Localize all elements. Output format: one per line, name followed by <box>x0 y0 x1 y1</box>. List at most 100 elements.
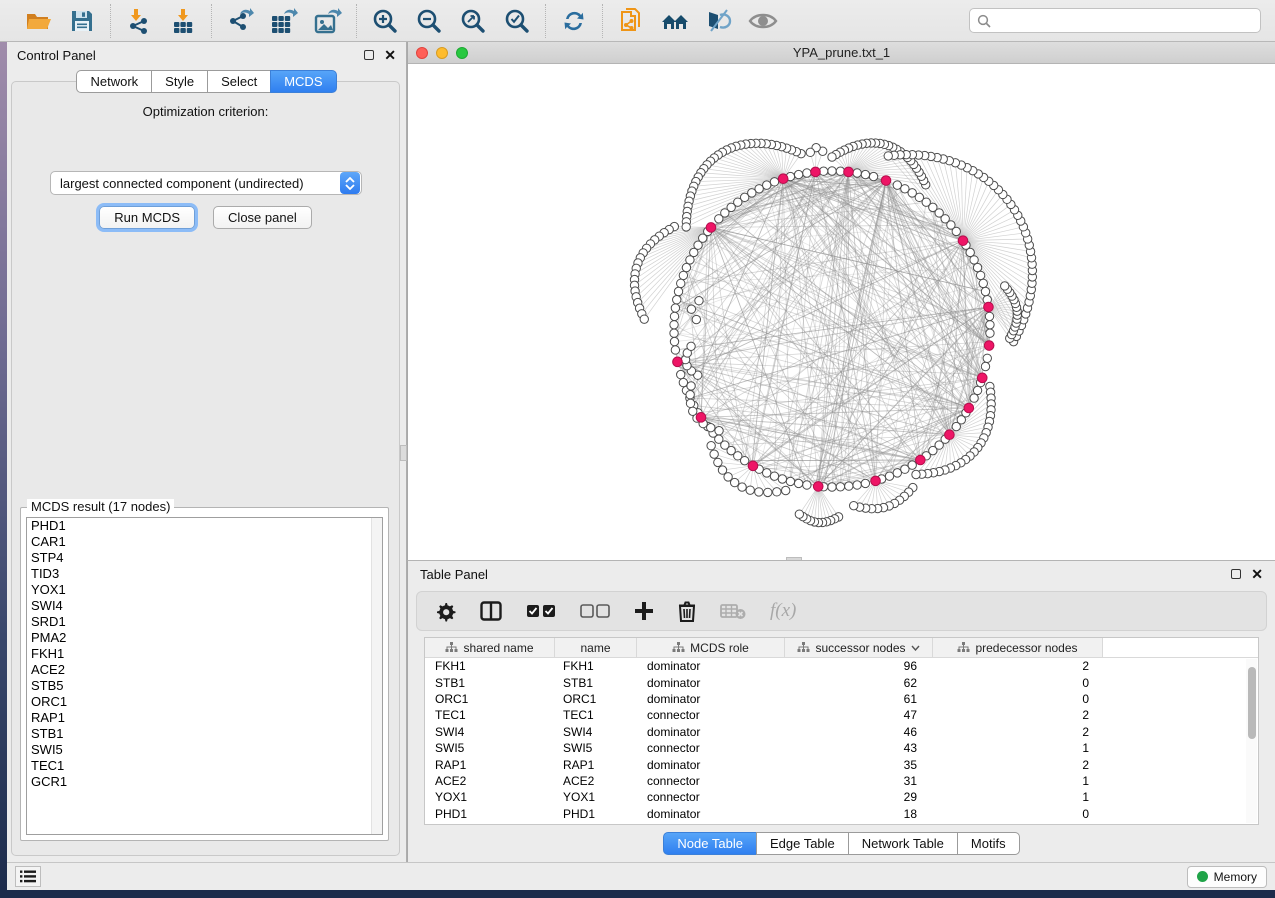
zoom-selected-icon <box>504 8 530 34</box>
function-builder-button[interactable]: f(x) <box>770 600 796 622</box>
zoom-out-button[interactable] <box>414 6 444 36</box>
zoom-selected-button[interactable] <box>502 6 532 36</box>
result-list-item[interactable]: SWI4 <box>27 598 382 614</box>
network-window-titlebar[interactable]: YPA_prune.txt_1 <box>408 42 1275 64</box>
select-all-button[interactable] <box>526 604 556 618</box>
result-list-item[interactable]: CAR1 <box>27 534 382 550</box>
share-network-button[interactable] <box>616 6 646 36</box>
export-image-button[interactable] <box>313 6 343 36</box>
result-list-item[interactable]: SRD1 <box>27 614 382 630</box>
refresh-button[interactable] <box>559 6 589 36</box>
tab-network-table[interactable]: Network Table <box>848 832 957 855</box>
home-pages-button[interactable] <box>660 6 690 36</box>
result-list-item[interactable]: GCR1 <box>27 774 382 790</box>
close-panel-icon[interactable]: ✕ <box>384 50 396 60</box>
column-header-name[interactable]: name <box>555 638 637 657</box>
result-list-item[interactable]: YOX1 <box>27 582 382 598</box>
table-scrollbar-thumb[interactable] <box>1248 667 1256 739</box>
tab-select[interactable]: Select <box>207 70 270 93</box>
save-session-button[interactable] <box>67 6 97 36</box>
vertical-splitter-handle[interactable] <box>400 445 407 461</box>
task-history-button[interactable] <box>15 866 41 887</box>
result-list-item[interactable]: ORC1 <box>27 694 382 710</box>
result-list-item[interactable]: FKH1 <box>27 646 382 662</box>
export-table-button[interactable] <box>269 6 299 36</box>
zoom-in-button[interactable] <box>370 6 400 36</box>
table-row[interactable]: SWI5SWI5connector431 <box>425 740 1258 756</box>
result-list-item[interactable]: STB1 <box>27 726 382 742</box>
network-graph[interactable] <box>408 64 1274 559</box>
deselect-all-button[interactable] <box>580 604 610 618</box>
split-view-button[interactable] <box>480 601 502 621</box>
tab-style[interactable]: Style <box>151 70 207 93</box>
table-options-button[interactable] <box>435 601 456 622</box>
network-node <box>715 215 723 223</box>
add-column-button[interactable] <box>634 601 654 621</box>
column-header-shared-name[interactable]: shared name <box>425 638 555 657</box>
result-list-item[interactable]: STB5 <box>27 678 382 694</box>
result-list-item[interactable]: STP4 <box>27 550 382 566</box>
run-mcds-button[interactable]: Run MCDS <box>99 206 195 229</box>
table-row[interactable]: ORC1ORC1dominator610 <box>425 691 1258 707</box>
import-table-button[interactable] <box>168 6 198 36</box>
table-row[interactable]: PHD1PHD1dominator180 <box>425 806 1258 822</box>
table-row[interactable]: RAP1RAP1dominator352 <box>425 756 1258 772</box>
table-cell: connector <box>637 708 785 722</box>
column-header-successor-nodes[interactable]: successor nodes <box>785 638 933 657</box>
network-node <box>763 469 771 477</box>
network-node <box>806 148 814 156</box>
network-canvas[interactable] <box>408 64 1275 559</box>
network-node <box>861 170 869 178</box>
table-row[interactable]: ACE2ACE2connector311 <box>425 773 1258 789</box>
memory-button[interactable]: Memory <box>1187 866 1267 888</box>
table-cell: YOX1 <box>425 790 555 804</box>
network-node <box>671 304 679 312</box>
tab-edge-table[interactable]: Edge Table <box>756 832 848 855</box>
mcds-result-list[interactable]: PHD1CAR1STP4TID3YOX1SWI4SRD1PMA2FKH1ACE2… <box>26 517 383 835</box>
result-list-item[interactable]: PMA2 <box>27 630 382 646</box>
search-box[interactable] <box>969 8 1261 33</box>
result-list-item[interactable]: SWI5 <box>27 742 382 758</box>
network-node <box>671 346 679 354</box>
table-row[interactable]: STB1STB1dominator620 <box>425 674 1258 690</box>
table-row[interactable]: SWI4SWI4dominator462 <box>425 724 1258 740</box>
open-session-button[interactable] <box>23 6 53 36</box>
close-table-panel-icon[interactable]: ✕ <box>1251 569 1263 579</box>
tab-motifs[interactable]: Motifs <box>957 832 1020 855</box>
network-node <box>893 181 901 189</box>
mcds-node <box>844 167 854 177</box>
optimization-criterion-dropdown[interactable]: largest connected component (undirected) <box>50 171 362 195</box>
network-node <box>861 479 869 487</box>
tab-mcds[interactable]: MCDS <box>270 70 336 93</box>
import-network-button[interactable] <box>124 6 154 36</box>
close-panel-button[interactable]: Close panel <box>213 206 312 229</box>
search-input[interactable] <box>996 14 1253 28</box>
network-node <box>983 354 991 362</box>
delete-column-button[interactable] <box>678 601 696 622</box>
network-node <box>979 279 987 287</box>
table-row[interactable]: FKH1FKH1dominator962 <box>425 658 1258 674</box>
column-header-MCDS-role[interactable]: MCDS role <box>637 638 785 657</box>
zoom-fit-button[interactable] <box>458 6 488 36</box>
table-row[interactable]: YOX1YOX1connector291 <box>425 789 1258 805</box>
result-list-item[interactable]: RAP1 <box>27 710 382 726</box>
tab-network[interactable]: Network <box>76 70 151 93</box>
table-cell: ORC1 <box>555 692 637 706</box>
float-panel-icon[interactable] <box>364 50 374 60</box>
tab-node-table[interactable]: Node Table <box>663 832 756 855</box>
network-node <box>836 483 844 491</box>
result-list-item[interactable]: ACE2 <box>27 662 382 678</box>
table-row[interactable]: TEC1TEC1connector472 <box>425 707 1258 723</box>
table-scrollbar[interactable] <box>1246 659 1257 823</box>
show-graphics-button[interactable] <box>748 6 778 36</box>
column-header-predecessor-nodes[interactable]: predecessor nodes <box>933 638 1103 657</box>
result-list-item[interactable]: TEC1 <box>27 758 382 774</box>
table-cell: TEC1 <box>425 708 555 722</box>
result-list-item[interactable]: PHD1 <box>27 518 382 534</box>
export-network-button[interactable] <box>225 6 255 36</box>
result-list-item[interactable]: TID3 <box>27 566 382 582</box>
float-table-panel-icon[interactable] <box>1231 569 1241 579</box>
delete-table-button[interactable] <box>720 602 746 620</box>
hide-graphics-button[interactable] <box>704 6 734 36</box>
result-list-scrollbar[interactable] <box>371 518 382 834</box>
